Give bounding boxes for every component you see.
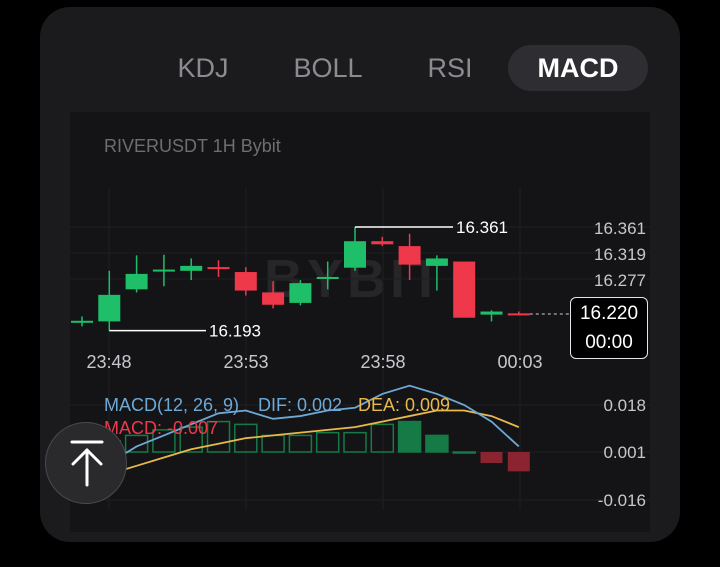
macd-params-label: MACD(12, 26, 9): [104, 395, 239, 415]
candle-body: [180, 265, 203, 271]
macd-histogram-bar: [315, 431, 340, 453]
price-axis-label: 16.361: [594, 219, 646, 238]
candle-body: [234, 272, 257, 291]
candle-body: [398, 246, 421, 265]
macd-histogram-bar: [480, 452, 503, 464]
time-axis-label: 00:03: [497, 352, 542, 372]
macd-axis-label: -0.016: [598, 491, 646, 510]
high-price-label: 16.361: [456, 218, 508, 237]
candle-body: [98, 294, 121, 322]
candle-body: [507, 313, 530, 316]
macd-axis-label: 0.001: [603, 443, 646, 462]
candle-body: [71, 320, 93, 323]
macd-histogram-bar: [261, 434, 285, 453]
current-price-tag: 16.220 00:00: [570, 297, 648, 359]
candle-body: [289, 283, 312, 303]
candle-body: [152, 269, 175, 272]
candle-body: [344, 241, 366, 268]
candle-body: [371, 241, 394, 245]
candle-body: [316, 276, 339, 279]
macd-axis-label: 0.018: [603, 396, 646, 415]
macd-histogram-bar: [343, 431, 367, 453]
time-axis-label: 23:58: [360, 352, 405, 372]
candle-body: [425, 258, 448, 266]
macd-histogram-bar: [507, 452, 530, 472]
candle-body: [207, 267, 230, 270]
macd-histogram-bar: [397, 420, 422, 453]
current-price: 16.220: [579, 303, 639, 324]
candle-body: [480, 311, 503, 315]
candle-body: [125, 273, 148, 290]
scroll-to-top-button[interactable]: [45, 422, 127, 504]
candle-body: [262, 292, 285, 305]
price-axis-label: 16.319: [594, 245, 646, 264]
arrow-up-bar-icon: [70, 440, 104, 487]
candle-body: [453, 261, 476, 318]
macd-histogram-bar: [425, 434, 449, 453]
macd-histogram-bar: [288, 434, 313, 453]
low-price-label: 16.193: [209, 322, 261, 341]
macd-histogram-bar: [370, 423, 395, 453]
price-axis-label: 16.277: [594, 271, 646, 290]
time-axis-label: 23:53: [223, 352, 268, 372]
macd-histogram-bar: [452, 451, 476, 454]
dea-value-label: DEA: 0.009: [358, 395, 450, 415]
time-axis-label: 23:48: [86, 352, 131, 372]
candle-countdown: 00:00: [585, 332, 633, 353]
dif-value-label: DIF: 0.002: [258, 395, 342, 415]
